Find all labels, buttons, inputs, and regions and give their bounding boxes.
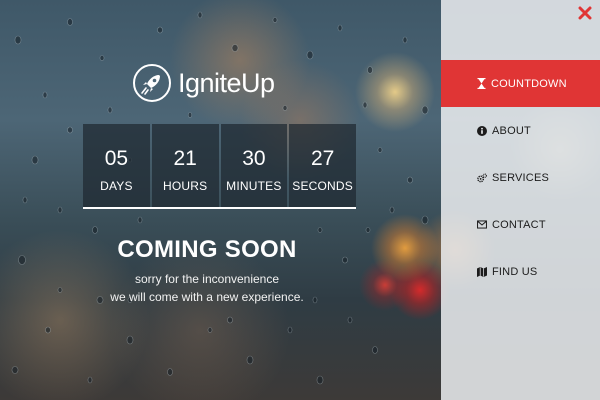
subtitle-line-2: we will come with a new experience. [110,290,304,304]
countdown-minutes: 30 MINUTES [220,124,288,208]
coming-soon-heading: COMING SOON [117,236,297,263]
subtitle-line-1: sorry for the inconvenience [134,272,280,286]
menu-item-label: CONTACT [492,218,546,231]
menu-item-label: SERVICES [492,171,550,184]
menu-item-label: FIND US [492,265,538,278]
brand-logo[interactable]: IgniteUp [132,63,275,103]
menu-item-find-us[interactable]: FIND US [441,248,600,295]
countdown-hours: 21 HOURS [151,124,219,208]
menu-item-services[interactable]: SERVICES [441,154,600,201]
side-menu: COUNTDOWN ABOUT SERVICES CONTACT FIND US [441,0,600,400]
countdown-label: DAYS [100,179,133,193]
menu-item-label: ABOUT [492,124,531,137]
menu-item-label: COUNTDOWN [491,77,567,90]
rocket-logo-icon [133,64,171,102]
info-icon [477,125,487,136]
countdown-value: 30 [242,147,266,170]
menu-item-about[interactable]: ABOUT [441,107,600,154]
close-icon[interactable] [578,6,592,20]
envelope-icon [477,219,487,230]
countdown-value: 05 [104,147,129,170]
countdown-divider [83,207,356,209]
countdown-value: 27 [310,147,335,170]
countdown-label: MINUTES [226,179,282,193]
countdown-value: 21 [173,147,197,170]
countdown-timer: 05 DAYS 21 HOURS 30 MINUTES 27 SECONDS [83,124,356,208]
countdown-days: 05 DAYS [83,124,150,208]
hourglass-icon [476,78,486,89]
countdown-label: HOURS [162,179,208,193]
menu-item-contact[interactable]: CONTACT [441,201,600,248]
menu-item-countdown[interactable]: COUNTDOWN [441,60,600,107]
countdown-label: SECONDS [292,179,353,193]
brand-name: IgniteUp [178,67,275,98]
map-icon [477,266,487,277]
countdown-seconds: 27 SECONDS [289,124,356,208]
gears-icon [477,172,487,183]
